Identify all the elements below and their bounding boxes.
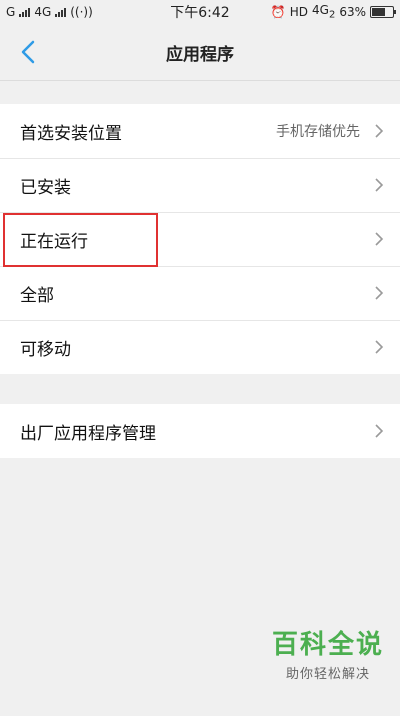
chevron-right-icon [375, 124, 384, 138]
page-title: 应用程序 [166, 44, 234, 65]
chevron-right-icon [375, 178, 384, 192]
row-label: 已安装 [20, 177, 71, 198]
chevron-right-icon [375, 232, 384, 246]
row-label: 全部 [20, 285, 54, 306]
watermark-title: 百科全说 [271, 630, 384, 660]
status-bar: G 4G ((·)) 下午6:42 ⏰ HD 4G2 63% [0, 0, 400, 24]
row-label: 可移动 [20, 339, 71, 360]
watermark: 百科全说 助你轻松解决 [272, 624, 384, 682]
battery-icon [370, 5, 396, 18]
back-button[interactable] [14, 38, 42, 66]
chevron-left-icon [21, 40, 35, 64]
row-label: 出厂应用程序管理 [20, 423, 156, 444]
status-time: 下午6:42 [170, 5, 230, 21]
chevron-right-icon [375, 424, 384, 438]
row-factory-apps-management[interactable]: 出厂应用程序管理 [0, 404, 400, 458]
row-label: 首选安装位置 [20, 123, 122, 144]
header: 应用程序 [0, 24, 400, 81]
highlight-box [3, 213, 158, 267]
row-all[interactable]: 全部 [0, 266, 400, 320]
row-movable[interactable]: 可移动 [0, 320, 400, 374]
chevron-right-icon [375, 286, 384, 300]
chevron-right-icon [375, 340, 384, 354]
row-installed[interactable]: 已安装 [0, 158, 400, 212]
row-value: 手机存储优先 [276, 124, 360, 140]
watermark-subtitle: 助你轻松解决 [285, 667, 370, 682]
row-preferred-install-location[interactable]: 首选安装位置 手机存储优先 [0, 104, 400, 158]
settings-group-2: 出厂应用程序管理 [0, 404, 400, 458]
